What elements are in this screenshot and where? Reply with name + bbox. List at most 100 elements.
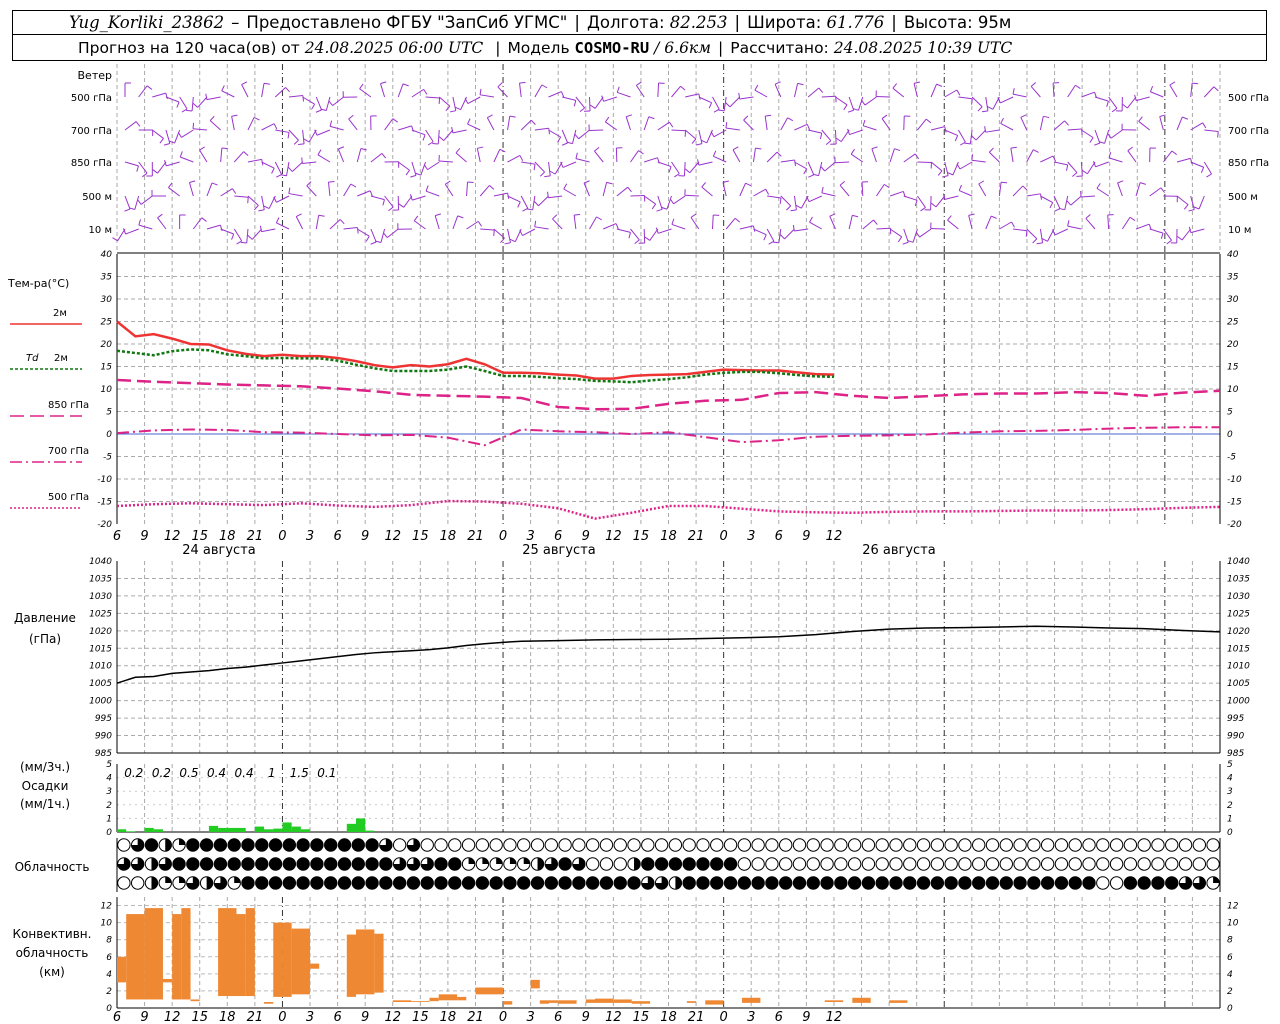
cloud-symbol: [820, 857, 834, 871]
cloud-symbol: [1109, 857, 1124, 871]
wind-barb-shaft: [1136, 96, 1150, 102]
wind-barb: [1094, 129, 1101, 146]
wind-barb-feather: [1082, 170, 1088, 175]
cloud-symbol: [599, 857, 614, 871]
cloud-symbol-circle: [861, 876, 876, 890]
cloud-symbol: [751, 857, 765, 871]
wind-barb: [711, 214, 720, 230]
temp-tick-label-right: -15: [1227, 498, 1242, 508]
wind-barb-feather: [1139, 182, 1147, 185]
wind-barb-feather: [402, 83, 409, 87]
wind-barb-feather: [575, 152, 578, 159]
cloud-symbol: [241, 876, 255, 890]
wind-barb-feather: [201, 217, 207, 222]
cloud-symbol-circle: [585, 838, 600, 852]
wind-barb-shaft: [380, 83, 386, 98]
wind-barb-shaft: [466, 220, 479, 230]
hour-tick-label: 15: [412, 1010, 429, 1024]
temp-tick-label: 5: [106, 408, 112, 418]
wind-barb-shaft: [370, 228, 377, 243]
cloud-symbol: [461, 838, 476, 852]
cloud-symbol-circle: [875, 876, 889, 890]
hour-tick-label: 6: [333, 1010, 341, 1024]
wind-barb: [247, 116, 260, 131]
conv-cloud-bar: [686, 1001, 697, 1003]
wind-barb-shaft: [247, 195, 259, 206]
wind-barb-shaft: [1108, 157, 1123, 163]
hour-tick-label: 0: [278, 1010, 286, 1024]
cloud-symbol: [944, 876, 958, 890]
cloud-symbol: [889, 857, 903, 871]
wind-barb-shaft: [1053, 120, 1065, 131]
hour-tick-label: 6: [554, 529, 562, 544]
cloud-symbol: [144, 876, 159, 890]
cloud-symbol: [847, 876, 862, 890]
wind-barb: [288, 129, 299, 145]
wind-barb-shaft: [302, 129, 305, 144]
wind-barb: [917, 195, 926, 212]
wind-barb-feather: [263, 205, 270, 210]
hour-tick-label: 6: [775, 529, 783, 544]
wind-barb-shaft: [288, 193, 303, 197]
wind-barb-shaft: [774, 84, 782, 98]
wind-barb-shaft: [1039, 228, 1044, 243]
cloud-symbol-circle: [434, 876, 448, 890]
wind-barb: [384, 161, 400, 168]
wind-barb-feather: [712, 150, 717, 157]
wind-barb-feather: [280, 174, 287, 177]
wind-barb: [780, 117, 794, 131]
wind-barb-feather: [383, 232, 388, 238]
wind-barb: [930, 195, 946, 208]
cloud-symbol: [186, 838, 200, 852]
cloud-symbol: [434, 838, 448, 852]
wind-barb-feather: [438, 136, 445, 141]
wind-barb-feather: [163, 142, 170, 146]
wind-barb: [199, 146, 208, 163]
wind-barb-feather: [519, 230, 523, 236]
wind-barb-shaft: [357, 228, 370, 237]
cloud-symbol-circle: [475, 876, 490, 890]
cloud-symbol-circle: [544, 876, 559, 890]
hour-tick-label: 12: [605, 1010, 622, 1024]
wind-barb-shaft: [152, 92, 166, 98]
wind-barb-feather: [743, 115, 749, 121]
cloud-symbol: [696, 857, 710, 871]
wind-barb: [875, 90, 891, 98]
cloud-symbol-fill: [634, 857, 641, 871]
wind-barb-feather: [561, 142, 568, 146]
hour-tick-label: 15: [633, 529, 650, 544]
wind-barb-shaft: [861, 181, 864, 197]
conv-cloud-bar: [190, 999, 200, 1002]
wind-barb-shaft: [532, 195, 536, 210]
wind-barb-feather: [734, 217, 741, 223]
wind-barb-feather: [152, 169, 158, 174]
conv-cloud-bar: [264, 1002, 274, 1004]
wind-barb-shaft: [917, 195, 926, 208]
cloud-symbol: [448, 838, 462, 852]
hour-tick-label: 9: [802, 1010, 810, 1024]
wind-barb-feather: [500, 237, 505, 244]
wind-barb-shaft: [180, 156, 194, 163]
cloud-symbol: [199, 876, 214, 890]
wind-barb-shaft: [438, 160, 453, 163]
wind-barb-feather: [861, 99, 866, 106]
wind-barb-feather: [765, 114, 772, 117]
precip-bar: [282, 822, 292, 832]
wind-barb: [1058, 195, 1069, 211]
wind-barb-shaft: [711, 214, 714, 230]
cloud-symbol-circle: [792, 838, 807, 852]
wind-barb: [829, 213, 836, 230]
cloud-symbol: [641, 838, 655, 852]
cloud-symbol: [985, 838, 1000, 852]
wind-barb-feather: [467, 118, 471, 125]
conv-cloud-bar: [374, 933, 384, 993]
cloud-symbol: [420, 857, 434, 871]
wind-barb-feather: [199, 146, 205, 151]
precip-bar: [254, 826, 265, 832]
wind-barb-feather: [745, 182, 752, 187]
wind-barb-shaft: [548, 195, 563, 199]
hour-tick-label: 3: [306, 529, 314, 544]
hour-tick-label: 6: [333, 529, 341, 544]
wind-barb-shaft: [1081, 129, 1094, 139]
wind-barb: [1203, 161, 1212, 178]
